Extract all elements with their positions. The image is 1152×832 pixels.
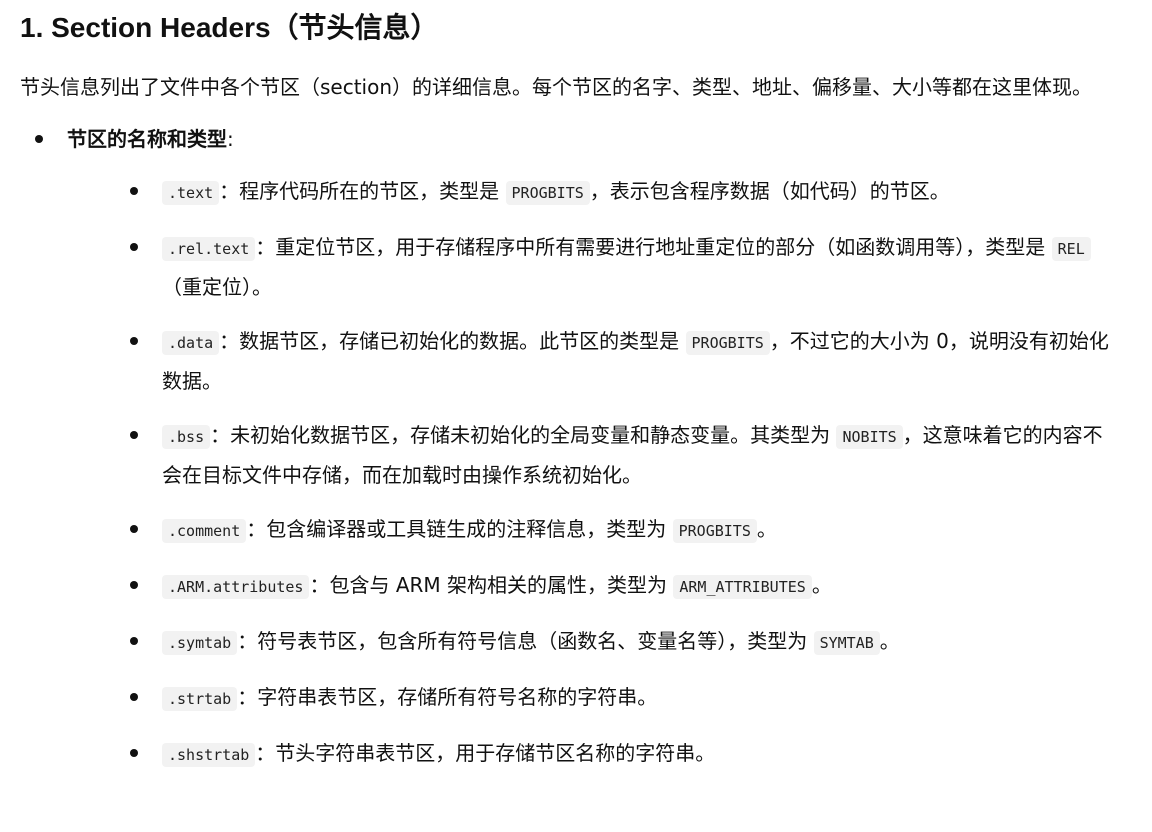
section-name-code: .data <box>162 331 220 355</box>
section-desc: ：包含与 ARM 架构相关的属性，类型为 <box>309 573 674 597</box>
section-item-text: .text ：程序代码所在的节区，类型是 PROGBITS ，表示包含程序数据（如代… <box>67 172 1132 212</box>
section-name-code: .symtab <box>162 631 238 655</box>
section-item-arm-attributes: .ARM.attributes ：包含与 ARM 架构相关的属性，类型为 ARM_… <box>67 566 1132 606</box>
section-type-code: ARM_ATTRIBUTES <box>673 575 812 599</box>
section-name-code: .rel.text <box>162 237 256 261</box>
section-desc-tail: （重定位）。 <box>162 275 272 299</box>
section-desc: ：包含编译器或工具链生成的注释信息，类型为 <box>246 517 673 541</box>
section-desc-tail: 。 <box>879 629 900 653</box>
section-heading: 1. Section Headers（节头信息） <box>20 12 439 43</box>
section-item-symtab: .symtab ：符号表节区，包含所有符号信息（函数名、变量名等），类型为 SYM… <box>67 622 1132 662</box>
section-item-bss: .bss ：未初始化数据节区，存储未初始化的全局变量和静态变量。其类型为 NOBI… <box>67 416 1132 494</box>
section-name-code: .ARM.attributes <box>162 575 310 599</box>
section-type-code: PROGBITS <box>672 519 757 543</box>
section-desc: ：节头字符串表节区，用于存储节区名称的字符串。 <box>255 741 716 765</box>
section-desc: ：数据节区，存储已初始化的数据。此节区的类型是 <box>219 329 686 353</box>
section-desc-tail: 。 <box>811 573 832 597</box>
section-name-code: .strtab <box>162 687 238 711</box>
section-desc: ：重定位节区，用于存储程序中所有需要进行地址重定位的部分（如函数调用等），类型是 <box>255 235 1052 259</box>
topic-item: 节区的名称和类型: .text ：程序代码所在的节区，类型是 PROGBITS ，表… <box>20 120 1132 774</box>
topic-label: 节区的名称和类型 <box>67 127 227 151</box>
section-list: .text ：程序代码所在的节区，类型是 PROGBITS ，表示包含程序数据（如代… <box>67 172 1132 774</box>
section-name-code: .shstrtab <box>162 743 256 767</box>
section-item-strtab: .strtab ：字符串表节区，存储所有符号名称的字符串。 <box>67 678 1132 718</box>
section-item-rel-text: .rel.text ：重定位节区，用于存储程序中所有需要进行地址重定位的部分（如函… <box>67 228 1132 306</box>
section-type-code: REL <box>1051 237 1091 261</box>
section-desc-tail: ，表示包含程序数据（如代码）的节区。 <box>589 179 950 203</box>
section-name-code: .bss <box>162 425 211 449</box>
section-type-code: SYMTAB <box>813 631 880 655</box>
section-item-data: .data ：数据节区，存储已初始化的数据。此节区的类型是 PROGBITS ，不过… <box>67 322 1132 400</box>
intro-paragraph: 节头信息列出了文件中各个节区（section）的详细信息。每个节区的名字、类型、… <box>20 75 1093 99</box>
section-item-shstrtab: .shstrtab ：节头字符串表节区，用于存储节区名称的字符串。 <box>67 734 1132 774</box>
topic-colon: : <box>227 127 234 151</box>
document: 1. Section Headers（节头信息） 节头信息列出了文件中各个节区（… <box>0 0 1152 774</box>
section-desc: ：符号表节区，包含所有符号信息（函数名、变量名等），类型为 <box>237 629 814 653</box>
section-name-code: .comment <box>162 519 247 543</box>
section-type-code: NOBITS <box>836 425 903 449</box>
section-item-comment: .comment ：包含编译器或工具链生成的注释信息，类型为 PROGBITS。 <box>67 510 1132 550</box>
section-type-code: PROGBITS <box>685 331 770 355</box>
section-type-code: PROGBITS <box>505 181 590 205</box>
section-desc: ：未初始化数据节区，存储未初始化的全局变量和静态变量。其类型为 <box>210 423 837 447</box>
topic-list: 节区的名称和类型: .text ：程序代码所在的节区，类型是 PROGBITS ，表… <box>20 120 1132 774</box>
section-desc-tail: 。 <box>756 517 777 541</box>
section-name-code: .text <box>162 181 220 205</box>
section-desc: ：程序代码所在的节区，类型是 <box>219 179 506 203</box>
section-desc: ：字符串表节区，存储所有符号名称的字符串。 <box>237 685 658 709</box>
